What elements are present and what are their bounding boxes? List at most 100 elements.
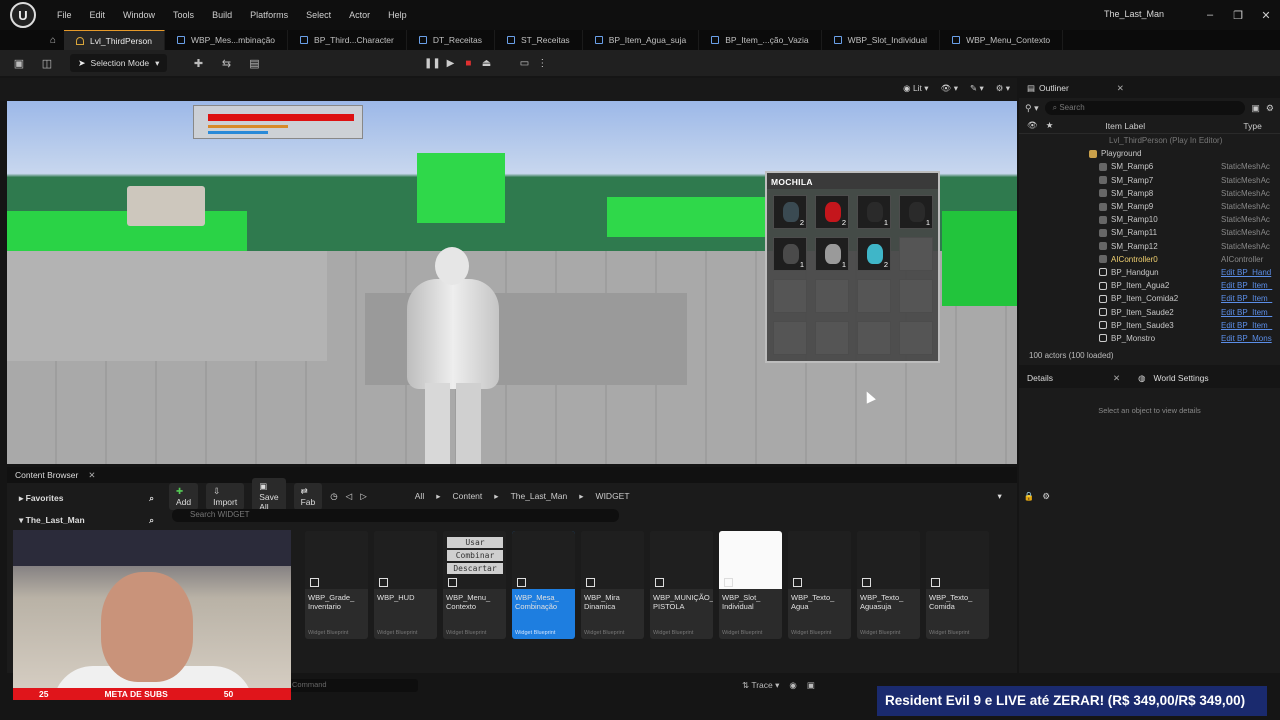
outliner-row[interactable]: SM_Ramp10 StaticMeshAc bbox=[1019, 213, 1280, 226]
stop-icon[interactable]: ■ bbox=[459, 58, 477, 69]
outliner-row[interactable]: SM_Ramp11 StaticMeshAc bbox=[1019, 226, 1280, 239]
menu-item-actor[interactable]: Actor bbox=[340, 10, 379, 20]
browse-icon[interactable]: ◫ bbox=[38, 57, 56, 70]
chevron-down-icon[interactable]: ▾ bbox=[998, 491, 1002, 502]
outliner-row-type[interactable]: Edit BP_Item_ bbox=[1221, 321, 1275, 330]
outliner-row[interactable]: BP_Item_Saude3 Edit BP_Item_ bbox=[1019, 319, 1280, 332]
pause-icon[interactable]: ❚❚ bbox=[423, 58, 441, 69]
blueprint-icon[interactable]: ⇆ bbox=[217, 57, 235, 70]
tab-1[interactable]: WBP_Mes...mbinação bbox=[165, 30, 289, 50]
menu-item-edit[interactable]: Edit bbox=[81, 10, 115, 20]
platforms-icon[interactable]: ▭ bbox=[515, 58, 533, 69]
menu-item-platforms[interactable]: Platforms bbox=[241, 10, 297, 20]
outliner-row[interactable]: BP_Handgun Edit BP_Hand bbox=[1019, 266, 1280, 279]
outliner-row-type[interactable]: Edit BP_Mons bbox=[1221, 334, 1275, 343]
tab-4[interactable]: ST_Receitas bbox=[495, 30, 583, 50]
inventory-slot[interactable] bbox=[815, 321, 849, 355]
fab-button[interactable]: ⇄ Fab bbox=[293, 482, 323, 510]
outliner-row[interactable]: SM_Ramp7 StaticMeshAc bbox=[1019, 174, 1280, 187]
inventory-slot[interactable]: 1 bbox=[899, 195, 933, 229]
inventory-slot[interactable] bbox=[857, 279, 891, 313]
outliner-row[interactable]: BP_Item_Comida2 Edit BP_Item_ bbox=[1019, 292, 1280, 305]
close-icon[interactable]: ✕ bbox=[1252, 9, 1280, 22]
more-options-icon[interactable]: ⋮ bbox=[533, 58, 551, 69]
inventory-slot[interactable] bbox=[899, 237, 933, 271]
asset-tile[interactable]: WBP_Texto_ Comida Widget Blueprint bbox=[926, 531, 989, 639]
outliner-row[interactable]: BP_Item_Saude2 Edit BP_Item_ bbox=[1019, 305, 1280, 318]
inventory-slot[interactable] bbox=[815, 279, 849, 313]
settings-icon[interactable]: ⚙ bbox=[1042, 491, 1050, 502]
back-icon[interactable]: ◁ bbox=[346, 491, 353, 502]
outliner-row[interactable]: Lvl_ThirdPerson (Play In Editor) bbox=[1019, 134, 1280, 147]
console-command-input[interactable]: Command bbox=[288, 679, 418, 692]
unreal-logo-icon[interactable]: U bbox=[10, 2, 36, 28]
outliner-row-type[interactable]: Edit BP_Hand bbox=[1221, 268, 1275, 277]
breadcrumb-item[interactable]: WIDGET bbox=[596, 491, 630, 502]
menu-item-window[interactable]: Window bbox=[114, 10, 164, 20]
history-icon[interactable]: ◷ bbox=[330, 491, 337, 502]
tab-details[interactable]: Details bbox=[1027, 373, 1053, 383]
snapshot-icon[interactable]: ▣ bbox=[807, 680, 815, 691]
save-icon[interactable]: ▣ bbox=[10, 57, 28, 70]
inventory-slot[interactable]: 2 bbox=[815, 195, 849, 229]
add-folder-icon[interactable]: ▣ bbox=[1251, 103, 1260, 114]
breadcrumb-item[interactable]: The_Last_Man bbox=[511, 491, 568, 502]
add-button[interactable]: ✚ Add bbox=[169, 482, 199, 510]
close-icon[interactable]: ✕ bbox=[1113, 373, 1120, 384]
breadcrumb-item[interactable]: Content bbox=[453, 491, 483, 502]
outliner-row[interactable]: SM_Ramp6 StaticMeshAc bbox=[1019, 160, 1280, 173]
star-icon[interactable]: ★ bbox=[1046, 120, 1054, 131]
show-icon[interactable]: 👁 ▾ bbox=[941, 83, 958, 94]
menu-item-select[interactable]: Select bbox=[297, 10, 340, 20]
asset-tile[interactable]: Usar Combinar Descartar WBP_Menu_ Contexto W… bbox=[443, 531, 506, 639]
inventory-slot[interactable] bbox=[773, 321, 807, 355]
asset-search-input[interactable]: Search WIDGET bbox=[172, 509, 619, 522]
inventory-slot[interactable] bbox=[773, 279, 807, 313]
visibility-icon[interactable]: 👁 bbox=[1027, 120, 1038, 131]
tab-5[interactable]: BP_Item_Agua_suja bbox=[583, 30, 700, 50]
inventory-slot[interactable]: 1 bbox=[815, 237, 849, 271]
forward-icon[interactable]: ▷ bbox=[360, 491, 367, 502]
minimize-icon[interactable]: – bbox=[1196, 9, 1224, 21]
content-browser-title[interactable]: Content Browser bbox=[15, 470, 78, 480]
performance-icon[interactable]: ✎ ▾ bbox=[970, 83, 984, 94]
outliner-row[interactable]: AIController0 AIController bbox=[1019, 253, 1280, 266]
settings-icon[interactable]: ⚙ bbox=[1266, 103, 1274, 114]
add-actor-icon[interactable]: ✚ bbox=[189, 57, 207, 70]
tab-world-settings[interactable]: World Settings bbox=[1154, 373, 1209, 383]
outliner-row[interactable]: SM_Ramp12 StaticMeshAc bbox=[1019, 240, 1280, 253]
breadcrumb-item[interactable]: All bbox=[415, 491, 424, 502]
root-folder-section[interactable]: ▾ The_Last_Man ⌕ bbox=[7, 509, 162, 531]
record-icon[interactable]: ◉ bbox=[789, 680, 796, 691]
level-viewport[interactable]: MOCHILA 2 2 1 1 1 1 2 bbox=[7, 101, 1017, 464]
outliner-row-type[interactable]: Edit BP_Item_ bbox=[1221, 294, 1275, 303]
favorites-section[interactable]: ▸ Favorites ⌕ bbox=[7, 487, 162, 509]
trace-button[interactable]: ⇅ Trace ▾ bbox=[742, 680, 779, 691]
selection-mode-dropdown[interactable]: ➤ Selection Mode ▾ bbox=[70, 54, 168, 72]
menu-item-file[interactable]: File bbox=[48, 10, 81, 20]
search-icon[interactable]: ⌕ bbox=[149, 515, 154, 526]
menu-item-help[interactable]: Help bbox=[379, 10, 416, 20]
inventory-slot[interactable]: 2 bbox=[773, 195, 807, 229]
inventory-slot[interactable] bbox=[857, 321, 891, 355]
inventory-slot[interactable] bbox=[899, 279, 933, 313]
close-icon[interactable]: ✕ bbox=[1117, 83, 1124, 94]
asset-tile[interactable]: WBP_Slot_ Individual Widget Blueprint bbox=[719, 531, 782, 639]
outliner-row-type[interactable]: Edit BP_Item_ bbox=[1221, 308, 1275, 317]
search-icon[interactable]: ⌕ bbox=[149, 493, 154, 504]
restore-icon[interactable]: ❐ bbox=[1224, 9, 1252, 22]
tab-0[interactable]: Lvl_ThirdPerson bbox=[64, 30, 165, 50]
asset-tile[interactable]: WBP_MUNIÇÃO_ PISTOLA Widget Blueprint bbox=[650, 531, 713, 639]
cinematics-icon[interactable]: ▤ bbox=[245, 57, 263, 70]
close-icon[interactable]: ✕ bbox=[88, 470, 95, 481]
outliner-row[interactable]: SM_Ramp8 StaticMeshAc bbox=[1019, 187, 1280, 200]
settings-icon[interactable]: ⚙ ▾ bbox=[996, 83, 1010, 94]
filter-icon[interactable]: ⚲ ▾ bbox=[1025, 103, 1039, 114]
tab-3[interactable]: DT_Receitas bbox=[407, 30, 496, 50]
outliner-row[interactable]: BP_Monstro Edit BP_Mons bbox=[1019, 332, 1280, 345]
lock-icon[interactable]: 🔒 bbox=[1024, 491, 1035, 502]
asset-tile[interactable]: WBP_Texto_ Agua Widget Blueprint bbox=[788, 531, 851, 639]
menu-item-tools[interactable]: Tools bbox=[164, 10, 203, 20]
inventory-slot[interactable]: 1 bbox=[773, 237, 807, 271]
outliner-row[interactable]: Playground bbox=[1019, 147, 1280, 160]
